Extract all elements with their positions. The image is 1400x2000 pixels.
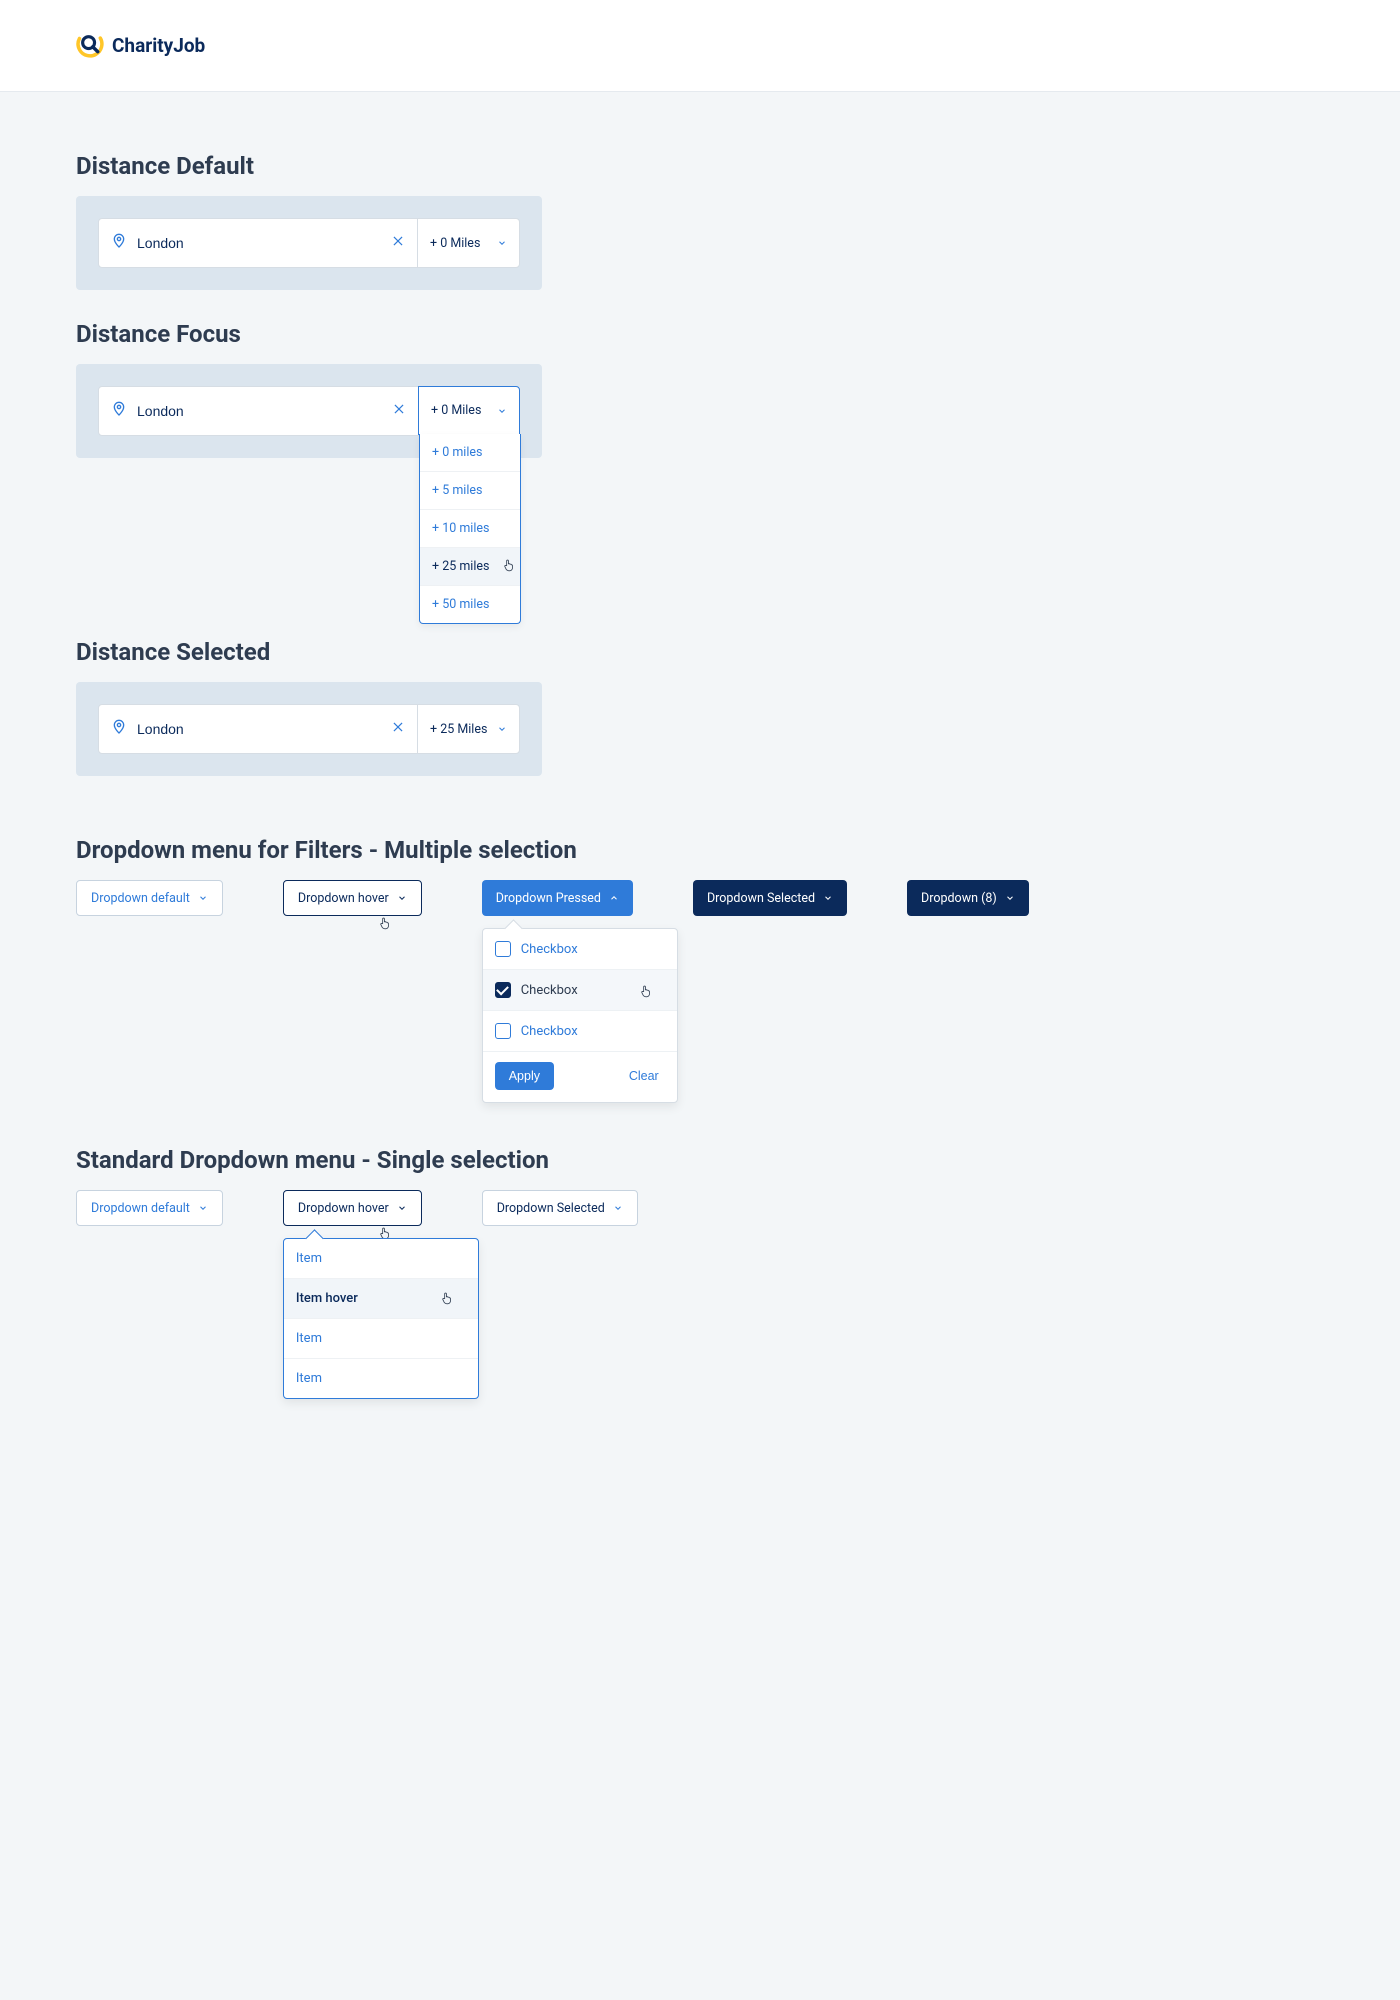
filter-popover-actions: Apply Clear [483, 1052, 677, 1102]
single-dropdown-row: Dropdown default Dropdown hover Item Ite… [76, 1190, 1324, 1226]
filter-option-label: Checkbox [521, 983, 578, 998]
dropdown-label: Dropdown default [91, 891, 190, 906]
filter-dropdown-pressed[interactable]: Dropdown Pressed [482, 880, 633, 916]
section-title-distance-focus: Distance Focus [76, 320, 1324, 348]
dropdown-label: Dropdown hover [298, 1201, 389, 1216]
miles-option[interactable]: + 50 miles [420, 586, 520, 623]
single-option[interactable]: Item [284, 1239, 478, 1279]
miles-dropdown-menu: + 0 miles + 5 miles + 10 miles + 25 mile… [419, 434, 521, 624]
chevron-down-icon [613, 1203, 623, 1213]
filter-dropdown-hover[interactable]: Dropdown hover [283, 880, 422, 916]
single-dropdown-default[interactable]: Dropdown default [76, 1190, 223, 1226]
cursor-pointer-icon [440, 1289, 454, 1307]
app-header: CharityJob [0, 0, 1400, 92]
distance-panel-focus: + 0 Miles + 0 miles + 5 miles + 10 miles… [76, 364, 542, 458]
location-pin-icon [111, 719, 127, 739]
single-option-label: Item hover [296, 1291, 358, 1306]
close-icon [392, 402, 406, 416]
cursor-pointer-icon [502, 556, 516, 574]
apply-button[interactable]: Apply [495, 1062, 554, 1090]
location-input[interactable] [135, 720, 383, 738]
chevron-down-icon [497, 406, 507, 416]
distance-panel-selected: + 25 Miles [76, 682, 542, 776]
checkbox-checked-icon [495, 982, 511, 998]
single-popover: Item Item hover Item Item [283, 1238, 479, 1399]
distance-row: + 0 Miles [98, 218, 520, 268]
chevron-down-icon [397, 893, 407, 903]
chevron-down-icon [397, 1203, 407, 1213]
filter-popover: Checkbox Checkbox Checkbox Apply Clear [482, 928, 678, 1103]
filter-option[interactable]: Checkbox [483, 970, 677, 1011]
chevron-down-icon [198, 1203, 208, 1213]
clear-location-button[interactable] [391, 720, 405, 738]
dropdown-label: Dropdown default [91, 1201, 190, 1216]
logo-text: CharityJob [112, 34, 205, 57]
location-pin-icon [111, 401, 127, 421]
logo-mark-icon [76, 30, 104, 62]
chevron-down-icon [497, 238, 507, 248]
clear-location-button[interactable] [392, 402, 406, 420]
miles-option[interactable]: + 0 miles [420, 434, 520, 472]
chevron-down-icon [198, 893, 208, 903]
chevron-up-icon [609, 893, 619, 903]
section-title-single: Standard Dropdown menu - Single selectio… [76, 1146, 1324, 1174]
chevron-down-icon [1005, 893, 1015, 903]
clear-location-button[interactable] [391, 234, 405, 252]
miles-option[interactable]: + 5 miles [420, 472, 520, 510]
cursor-pointer-icon [639, 982, 653, 1000]
filter-dropdown-count[interactable]: Dropdown (8) [907, 880, 1029, 916]
filter-dropdown-default[interactable]: Dropdown default [76, 880, 223, 916]
chevron-down-icon [497, 724, 507, 734]
miles-option[interactable]: + 25 miles [420, 548, 520, 586]
close-icon [391, 234, 405, 248]
section-title-distance-default: Distance Default [76, 152, 1324, 180]
miles-option[interactable]: + 10 miles [420, 510, 520, 548]
dropdown-label: Dropdown Selected [497, 1201, 605, 1216]
filter-option-label: Checkbox [521, 942, 578, 957]
miles-value: + 25 Miles [430, 722, 487, 737]
single-dropdown-selected[interactable]: Dropdown Selected [482, 1190, 638, 1226]
filter-dropdown-selected[interactable]: Dropdown Selected [693, 880, 847, 916]
filter-option[interactable]: Checkbox [483, 929, 677, 970]
single-option[interactable]: Item hover [284, 1279, 478, 1319]
dropdown-label: Dropdown (8) [921, 891, 997, 906]
location-input[interactable] [135, 402, 384, 420]
dropdown-label: Dropdown Selected [707, 891, 815, 906]
section-title-filters-multi: Dropdown menu for Filters - Multiple sel… [76, 836, 1324, 864]
miles-dropdown-trigger[interactable]: + 25 Miles [417, 705, 519, 753]
section-title-distance-selected: Distance Selected [76, 638, 1324, 666]
clear-button[interactable]: Clear [623, 1068, 665, 1084]
location-input[interactable] [135, 234, 383, 252]
close-icon [391, 720, 405, 734]
distance-row: + 0 Miles [98, 386, 520, 436]
single-option[interactable]: Item [284, 1359, 478, 1398]
dropdown-label: Dropdown hover [298, 891, 389, 906]
chevron-down-icon [823, 893, 833, 903]
location-pin-icon [111, 233, 127, 253]
single-dropdown-hover[interactable]: Dropdown hover [283, 1190, 422, 1226]
distance-row: + 25 Miles [98, 704, 520, 754]
logo: CharityJob [76, 30, 205, 62]
miles-dropdown-trigger[interactable]: + 0 Miles [418, 386, 520, 435]
distance-panel-default: + 0 Miles [76, 196, 542, 290]
single-option[interactable]: Item [284, 1319, 478, 1359]
checkbox-icon [495, 941, 511, 957]
miles-option-label: + 25 miles [432, 559, 489, 574]
filter-dropdown-row: Dropdown default Dropdown hover Dropdown… [76, 880, 1324, 916]
dropdown-label: Dropdown Pressed [496, 891, 601, 906]
checkbox-icon [495, 1023, 511, 1039]
miles-dropdown-trigger[interactable]: + 0 Miles [417, 219, 519, 267]
filter-option-label: Checkbox [521, 1024, 578, 1039]
miles-value: + 0 Miles [431, 403, 481, 418]
filter-option[interactable]: Checkbox [483, 1011, 677, 1052]
cursor-pointer-icon [378, 914, 392, 932]
miles-value: + 0 Miles [430, 236, 480, 251]
